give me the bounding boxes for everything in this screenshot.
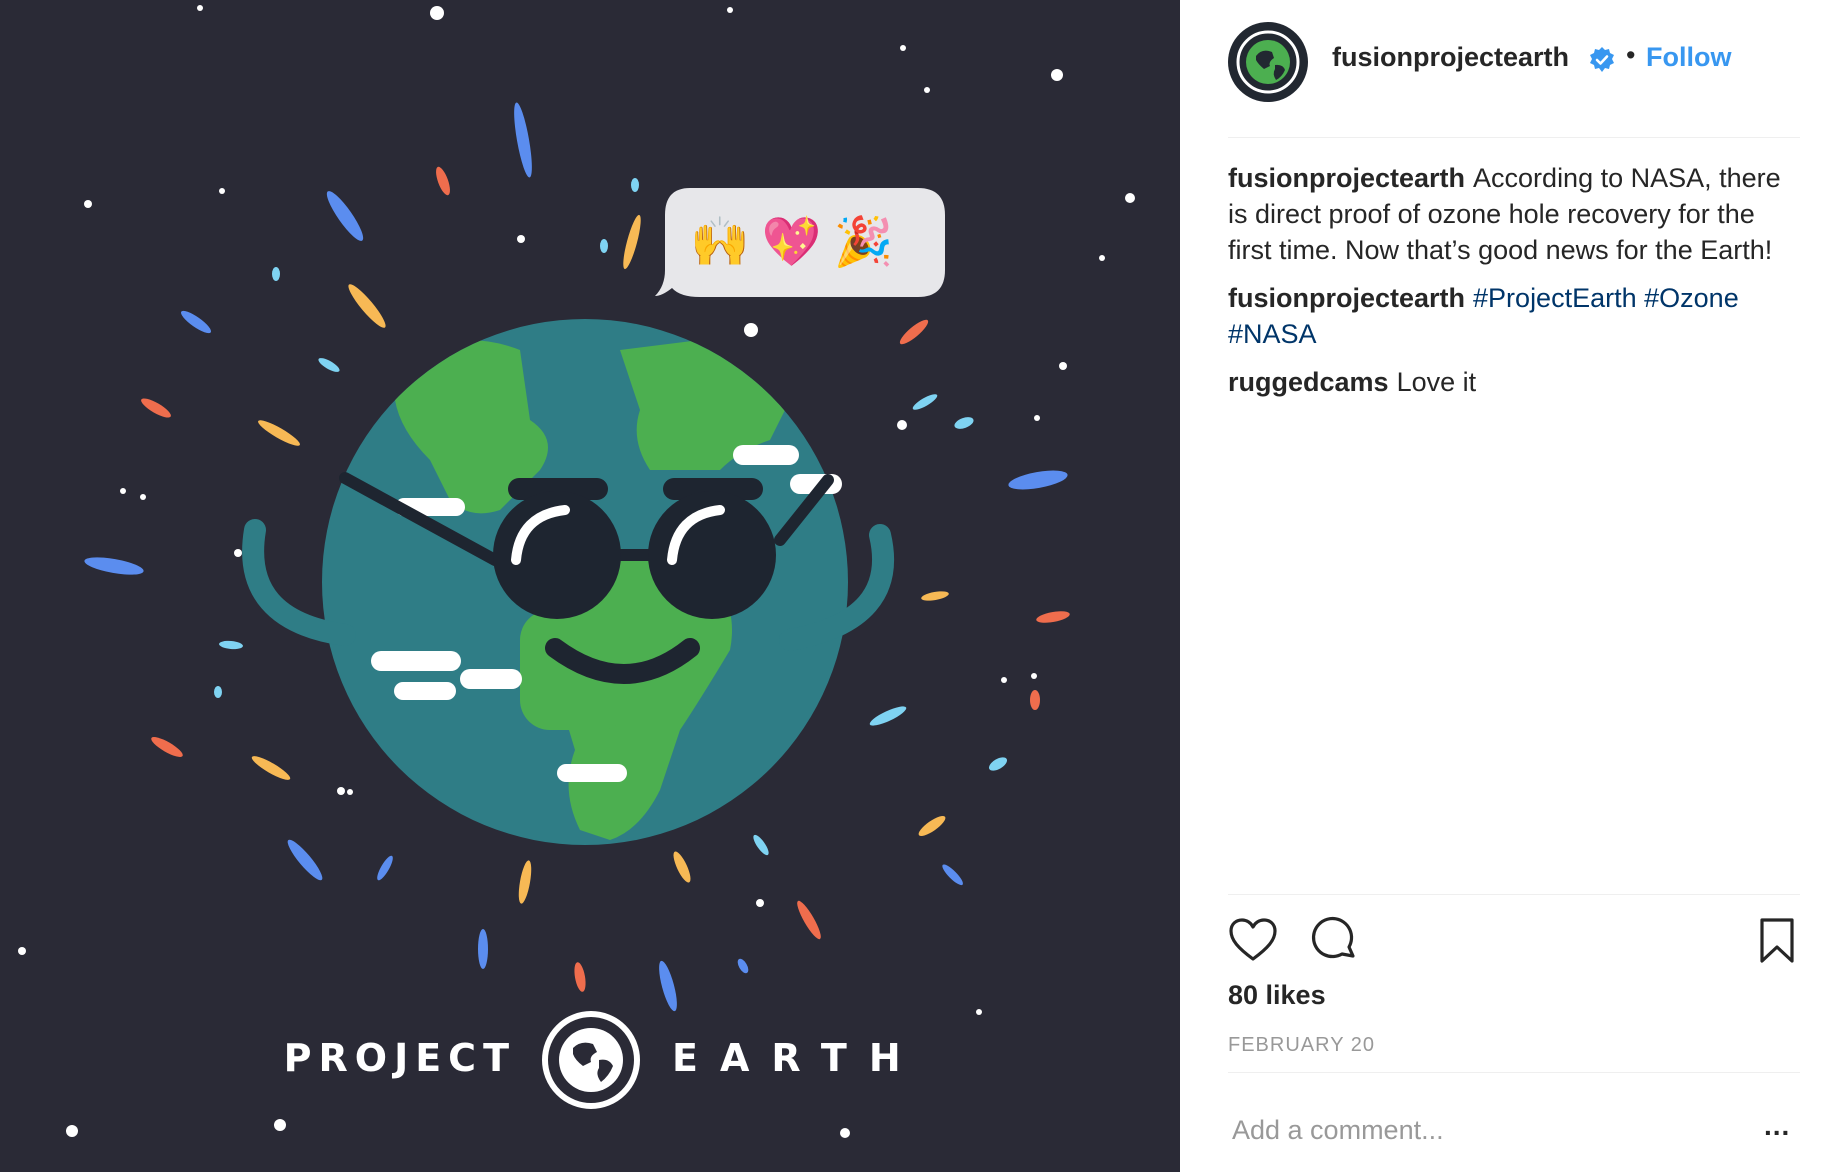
hashtag-link[interactable]: #NASA [1228,319,1317,349]
comment-username[interactable]: ruggedcams [1228,367,1389,397]
post-details-panel: fusionprojectearth • Follow fusionprojec… [1180,0,1844,1172]
comment-icon[interactable] [1309,916,1359,966]
comment-item: ruggedcams Love it [1228,364,1800,400]
hashtag-link[interactable]: #ProjectEarth [1473,283,1637,313]
header-username[interactable]: fusionprojectearth [1332,42,1569,73]
comments-list: fusionprojectearth According to NASA, the… [1228,160,1800,412]
emoji-message: 🙌💖🎉 [690,212,930,272]
project-earth-logo: PROJECT EARTH [0,1010,1180,1110]
comment-input[interactable] [1228,1110,1716,1150]
earth-illustration [18,5,1135,1138]
comment-username[interactable]: fusionprojectearth [1228,283,1465,313]
post-date: FEBRUARY 20 [1228,1034,1375,1056]
avatar[interactable] [1228,22,1308,102]
raising-hands-emoji: 🙌 [690,214,762,270]
more-options-button[interactable]: ... [1764,1110,1790,1142]
heart-icon[interactable] [1228,916,1278,966]
composer-divider [1228,1072,1800,1073]
bookmark-icon[interactable] [1752,916,1802,966]
comment-text: Love it [1396,367,1477,397]
party-popper-emoji: 🎉 [833,214,906,270]
comment-item: fusionprojectearth #ProjectEarth #Ozone #… [1228,280,1800,352]
sparkling-heart-emoji: 💖 [761,214,834,270]
header-separator: • [1626,40,1636,70]
brand-text-project: PROJECT [283,1036,516,1080]
globe-logo-icon [542,1011,640,1109]
post-image[interactable]: 🙌💖🎉 PROJECT EARTH [0,0,1180,1172]
likes-count[interactable]: 80 likes [1228,980,1326,1011]
follow-button[interactable]: Follow [1646,42,1731,73]
globe-avatar-icon [1236,30,1300,94]
brand-text-earth: EARTH [672,1036,923,1080]
comment-item: fusionprojectearth According to NASA, the… [1228,160,1800,268]
verified-badge-icon [1590,47,1614,72]
hashtag-link[interactable]: #Ozone [1644,283,1739,313]
post-header [1228,20,1800,138]
comment-username[interactable]: fusionprojectearth [1228,163,1465,193]
actions-divider [1228,894,1800,895]
